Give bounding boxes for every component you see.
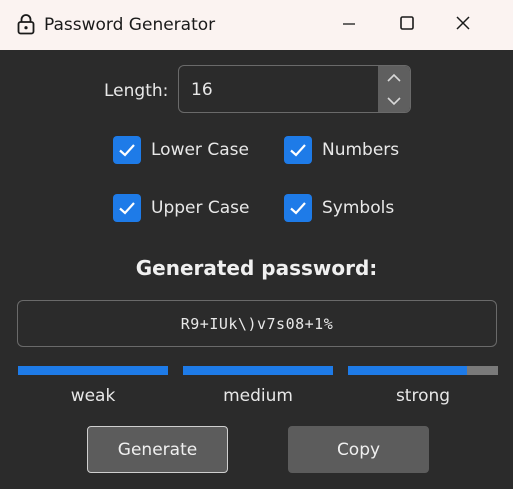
password-value: R9+IUk\)v7s08+1% bbox=[180, 314, 334, 333]
symbols-label[interactable]: Symbols bbox=[322, 197, 394, 219]
length-value[interactable]: 16 bbox=[191, 79, 213, 101]
chevron-down-icon bbox=[386, 91, 402, 110]
minimize-button[interactable] bbox=[325, 0, 373, 50]
strength-bar-strong bbox=[348, 366, 498, 375]
strength-fill-weak bbox=[18, 366, 168, 375]
checkmark-icon[interactable] bbox=[113, 136, 141, 164]
close-icon bbox=[455, 15, 471, 35]
checkmark-icon[interactable] bbox=[284, 194, 312, 222]
app-window: Password Generator Length: 16 Lower Case… bbox=[0, 0, 513, 489]
upper-case-label[interactable]: Upper Case bbox=[151, 197, 249, 219]
window-title: Password Generator bbox=[44, 15, 216, 35]
copy-button[interactable]: Copy bbox=[288, 426, 429, 473]
strength-fill-strong bbox=[348, 366, 467, 375]
length-spinbox[interactable]: 16 bbox=[178, 65, 411, 113]
generate-button[interactable]: Generate bbox=[87, 426, 228, 473]
strength-label-weak: weak bbox=[70, 386, 116, 406]
strength-label-strong: strong bbox=[395, 386, 451, 406]
length-label: Length: bbox=[104, 81, 169, 101]
maximize-button[interactable] bbox=[383, 0, 431, 50]
password-output-field[interactable]: R9+IUk\)v7s08+1% bbox=[17, 300, 497, 347]
lock-icon bbox=[16, 13, 36, 35]
numbers-checkbox[interactable]: Numbers bbox=[284, 136, 399, 164]
strength-bar-weak bbox=[18, 366, 168, 375]
upper-case-checkbox[interactable]: Upper Case bbox=[113, 194, 249, 222]
numbers-label[interactable]: Numbers bbox=[322, 139, 399, 161]
strength-label-medium: medium bbox=[223, 386, 293, 406]
length-spin-buttons bbox=[378, 66, 410, 112]
lower-case-label[interactable]: Lower Case bbox=[151, 139, 249, 161]
strength-bar-medium bbox=[183, 366, 333, 375]
checkmark-icon[interactable] bbox=[284, 136, 312, 164]
generated-password-heading: Generated password: bbox=[135, 256, 378, 280]
minimize-icon bbox=[342, 16, 356, 35]
chevron-up-icon bbox=[386, 68, 402, 87]
symbols-checkbox[interactable]: Symbols bbox=[284, 194, 394, 222]
lower-case-checkbox[interactable]: Lower Case bbox=[113, 136, 249, 164]
maximize-icon bbox=[399, 15, 415, 35]
checkmark-icon[interactable] bbox=[113, 194, 141, 222]
strength-fill-medium bbox=[183, 366, 333, 375]
title-bar[interactable]: Password Generator bbox=[0, 0, 513, 50]
length-increment-button[interactable] bbox=[378, 66, 410, 89]
length-decrement-button[interactable] bbox=[378, 89, 410, 112]
close-button[interactable] bbox=[439, 0, 487, 50]
